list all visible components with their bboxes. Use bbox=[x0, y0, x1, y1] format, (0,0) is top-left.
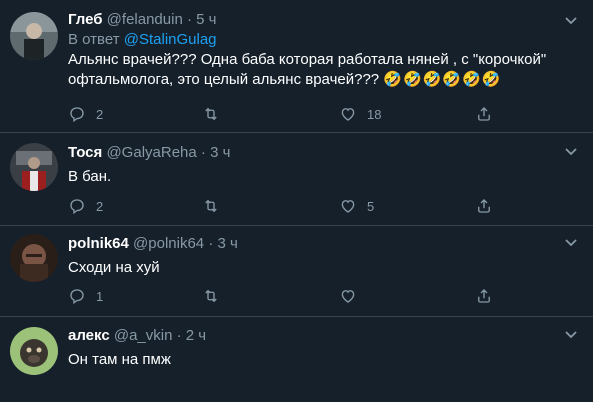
tweet-header: Глеб @felanduin · 5 ч bbox=[68, 10, 581, 30]
timestamp[interactable]: 3 ч bbox=[210, 144, 230, 161]
user-handle[interactable]: @a_vkin bbox=[114, 327, 173, 344]
reply-button[interactable]: 2 bbox=[68, 196, 103, 216]
chevron-down-icon[interactable] bbox=[563, 143, 579, 159]
retweet-button[interactable] bbox=[202, 286, 230, 306]
share-button[interactable] bbox=[475, 196, 493, 216]
like-count: 5 bbox=[367, 198, 375, 214]
retweet-button[interactable] bbox=[202, 196, 230, 216]
reply-prefix: В ответ bbox=[68, 31, 120, 48]
timestamp[interactable]: 5 ч bbox=[196, 11, 216, 28]
like-button[interactable]: 18 bbox=[339, 104, 381, 124]
mention-link[interactable]: @StalinGulag bbox=[124, 31, 217, 48]
reply-button[interactable]: 1 bbox=[68, 286, 103, 306]
tweet-actions: 2 5 bbox=[68, 196, 581, 216]
share-button[interactable] bbox=[475, 104, 493, 124]
separator-dot: · bbox=[176, 327, 182, 344]
tweet-text: В бан. bbox=[68, 168, 112, 185]
share-icon bbox=[478, 107, 490, 121]
separator-dot: · bbox=[186, 11, 192, 28]
like-button[interactable] bbox=[339, 286, 367, 306]
display-name[interactable]: алекс bbox=[68, 327, 110, 344]
separator-dot: · bbox=[200, 144, 206, 161]
display-name[interactable]: polnik64 bbox=[68, 235, 129, 252]
tweet-header: Тося @GalyaReha · 3 ч bbox=[68, 143, 581, 163]
user-handle[interactable]: @GalyaReha bbox=[106, 144, 196, 161]
heart-icon bbox=[341, 200, 355, 213]
reply-icon bbox=[70, 289, 84, 305]
tweet-text: Он там на пмж bbox=[68, 351, 171, 368]
retweet-icon bbox=[205, 289, 217, 303]
tweet[interactable]: polnik64 @polnik64 · 3 ч Сходи на хуй 1 bbox=[0, 226, 593, 317]
reply-count: 2 bbox=[96, 198, 104, 214]
tweet-actions: 1 bbox=[68, 286, 581, 306]
tweet-text-line: Альянс врачей??? Одна баба которая работ… bbox=[68, 51, 547, 68]
tweet-text: Сходи на хуй bbox=[68, 259, 160, 276]
display-name[interactable]: Тося bbox=[68, 144, 102, 161]
tweet-text-line: офтальмолога, это целый альянс врачей???… bbox=[68, 70, 581, 90]
user-handle[interactable]: @felanduin bbox=[107, 11, 183, 28]
tweet-header: алекс @a_vkin · 2 ч bbox=[68, 326, 581, 346]
tweet-header: polnik64 @polnik64 · 3 ч bbox=[68, 234, 581, 254]
tweet-text: Альянс врачей??? Одна баба которая работ… bbox=[68, 50, 581, 90]
user-handle[interactable]: @polnik64 bbox=[133, 235, 204, 252]
chevron-down-icon[interactable] bbox=[563, 234, 579, 250]
retweet-icon bbox=[205, 107, 217, 121]
avatar[interactable] bbox=[10, 327, 58, 375]
reply-icon bbox=[70, 199, 84, 215]
share-button[interactable] bbox=[475, 286, 493, 306]
display-name[interactable]: Глеб bbox=[68, 11, 103, 28]
reply-count: 1 bbox=[96, 288, 104, 304]
heart-icon bbox=[341, 108, 355, 121]
reply-icon bbox=[70, 107, 84, 123]
reply-context: В ответ @StalinGulag bbox=[68, 30, 581, 50]
timestamp[interactable]: 2 ч bbox=[186, 327, 206, 344]
chevron-down-icon[interactable] bbox=[563, 12, 579, 28]
tweet[interactable]: алекс @a_vkin · 2 ч Он там на пмж bbox=[0, 317, 593, 402]
share-icon bbox=[478, 199, 490, 213]
reply-count: 2 bbox=[96, 106, 104, 122]
like-button[interactable]: 5 bbox=[339, 196, 374, 216]
avatar[interactable] bbox=[10, 12, 58, 60]
chevron-down-icon[interactable] bbox=[563, 326, 579, 342]
tweet-text-fragment: офтальмолога, это целый альянс врачей??? bbox=[68, 71, 380, 88]
retweet-button[interactable] bbox=[202, 104, 230, 124]
share-icon bbox=[478, 289, 490, 303]
timestamp[interactable]: 3 ч bbox=[217, 235, 237, 252]
like-count: 18 bbox=[367, 106, 382, 122]
retweet-icon bbox=[205, 199, 217, 213]
tweet[interactable]: Глеб @felanduin · 5 ч В ответ @StalinGul… bbox=[0, 0, 593, 133]
tweet-actions: 2 18 bbox=[68, 104, 581, 124]
avatar[interactable] bbox=[10, 234, 58, 282]
heart-icon bbox=[341, 290, 355, 303]
emoji-group: 🤣🤣🤣🤣🤣🤣 bbox=[383, 71, 502, 88]
separator-dot: · bbox=[208, 235, 214, 252]
reply-button[interactable]: 2 bbox=[68, 104, 103, 124]
avatar[interactable] bbox=[10, 143, 58, 191]
tweet[interactable]: Тося @GalyaReha · 3 ч В бан. 2 5 bbox=[0, 133, 593, 226]
